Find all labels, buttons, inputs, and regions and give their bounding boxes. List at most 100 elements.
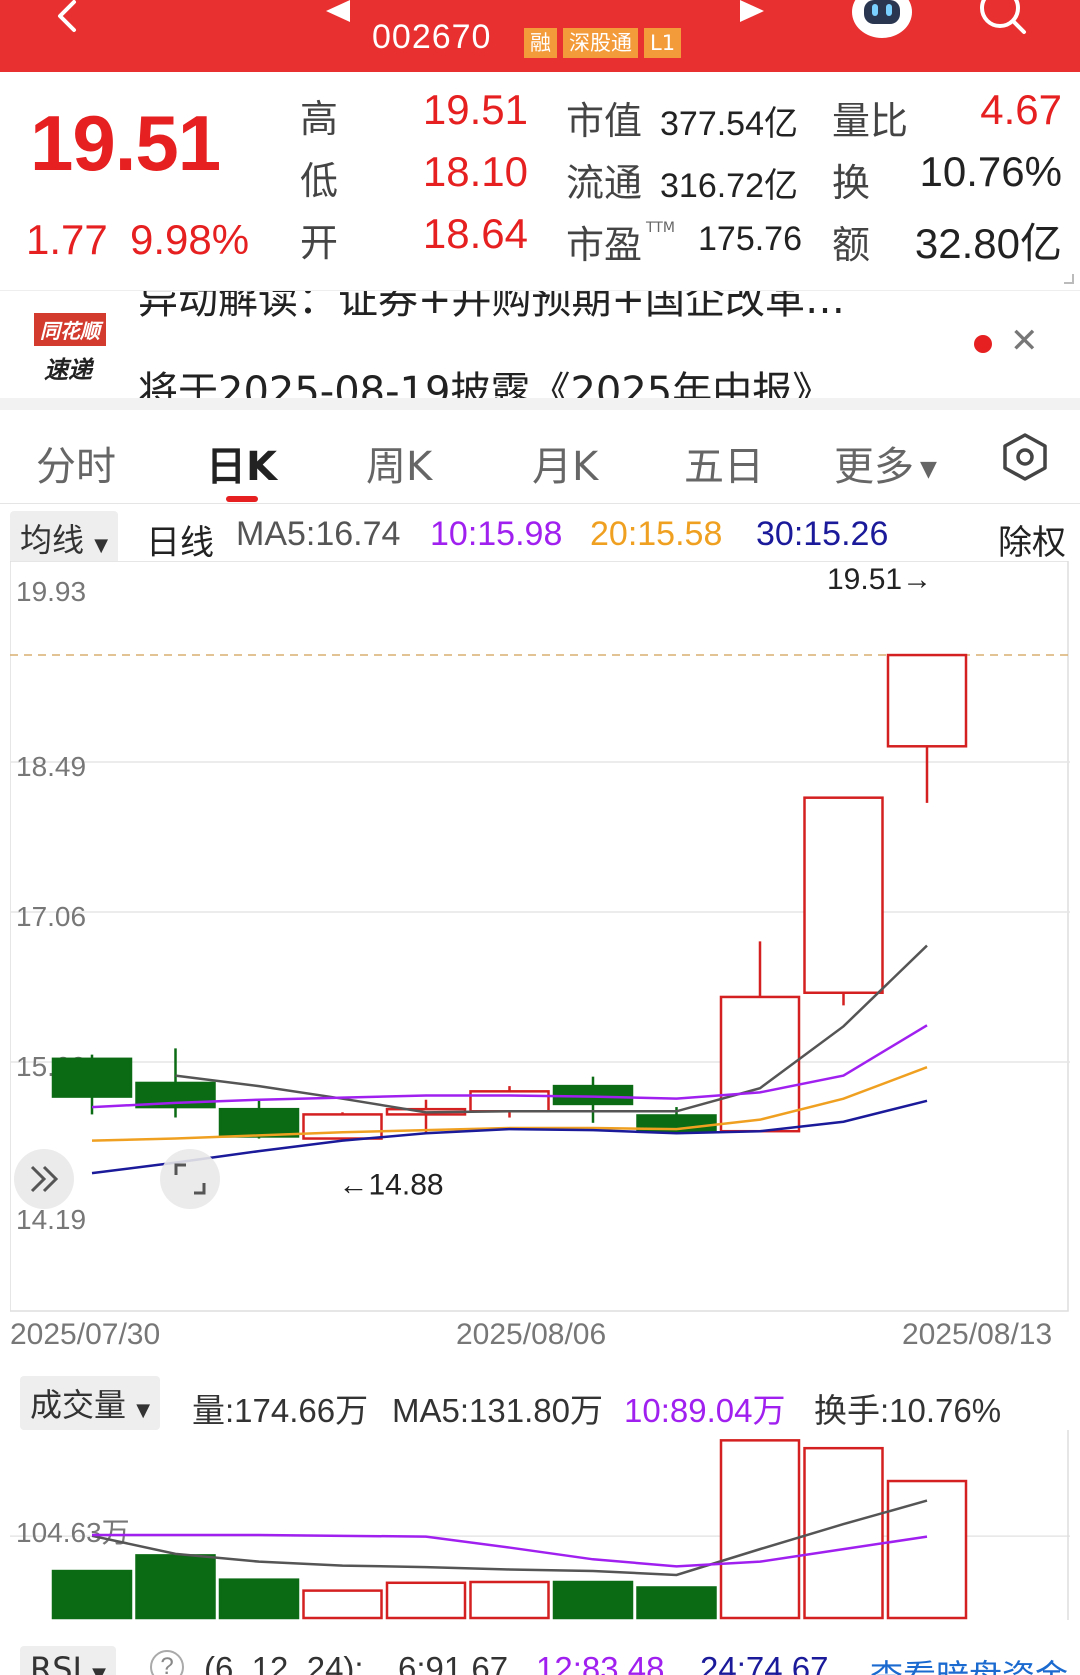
volume-value: 量:174.66万 (192, 1392, 369, 1429)
volume-bar (218, 1578, 300, 1620)
section-divider (0, 398, 1080, 410)
close-icon[interactable]: ✕ (1010, 321, 1039, 361)
pe-ttm-suffix: TTM (646, 220, 675, 236)
ma30-value: 30:15.26 (756, 515, 889, 553)
turnover-label: 换 (832, 161, 871, 205)
rsi12-value: 12:83.48 (536, 1650, 665, 1675)
y-tick-label: 14.19 (16, 1204, 86, 1235)
chevron-down-icon: ▼ (136, 1400, 151, 1421)
tab-monthly-k[interactable]: 月K (532, 434, 598, 492)
high-value: 19.51 (422, 86, 528, 133)
active-tab-indicator (226, 496, 258, 502)
ma-legend: 均线 ▼ 日线 MA5:16.74 10:15.98 20:15.58 30:1… (0, 505, 1080, 565)
tab-weekly-k[interactable]: 周K (366, 434, 432, 492)
x-label-start: 2025/07/30 (10, 1318, 161, 1351)
amount-value: 32.80亿 (914, 220, 1062, 267)
volratio-label: 量比 (832, 99, 909, 143)
y-tick-label: 18.49 (16, 751, 86, 782)
back-icon[interactable] (46, 0, 86, 40)
expand-corner-icon[interactable] (1064, 274, 1074, 284)
search-icon[interactable] (976, 0, 1030, 40)
high-label: 高 (300, 97, 339, 141)
amount-label: 额 (832, 223, 871, 267)
news-line-1[interactable]: 异动解读：证券+并购预期+国企改革… (138, 291, 845, 325)
tag-margin: 融 (524, 28, 557, 58)
news-line-2[interactable]: 将于2025-08-19披露《2025年中报》 (138, 359, 832, 398)
rsi-selector-label: RSI (30, 1650, 82, 1675)
volume-selector[interactable]: 成交量 ▼ (20, 1376, 161, 1430)
volratio-value: 4.67 (980, 86, 1062, 133)
stock-tags: 融 深股通 L1 (524, 28, 682, 58)
tab-more[interactable]: 更多 ▼ (834, 434, 937, 492)
chevron-down-icon: ▼ (94, 535, 109, 556)
candle-body (218, 1107, 300, 1138)
ma10-value: 10:15.98 (430, 515, 563, 553)
indicator-selector-label: 均线 (20, 521, 85, 559)
stock-code: 002670 (372, 18, 492, 56)
top-header: 002670 融 深股通 L1 (0, 0, 1080, 72)
tag-level: L1 (644, 28, 682, 58)
stock-name (440, 0, 640, 10)
volume-ma-line-ma10 (92, 1533, 928, 1568)
float-value: 316.72亿 (660, 167, 798, 205)
next-stock-icon[interactable] (736, 0, 770, 24)
indicator-selector[interactable]: 均线 ▼ (10, 511, 119, 565)
price-change-pct: 9.98% (130, 216, 250, 263)
open-label: 开 (300, 221, 339, 265)
volume-bar (135, 1554, 216, 1620)
rsi-selector[interactable]: RSI ▼ (20, 1646, 116, 1675)
volume-chart[interactable]: 104.63万 (10, 1430, 1070, 1620)
volume-bar (469, 1580, 550, 1620)
tab-intraday[interactable]: 分时 (36, 434, 116, 492)
low-label: 低 (300, 159, 339, 203)
period-tabs: 分时 日K 周K 月K 五日 更多 ▼ (0, 410, 1080, 504)
adjust-toggle[interactable]: 除权 (998, 515, 1066, 564)
tab-five-day[interactable]: 五日 (684, 434, 764, 492)
pe-value: 175.76 (698, 220, 802, 258)
unread-dot-icon (974, 335, 992, 353)
kline-chart[interactable]: 19.93 18.49 17.06 15.63 14.19 19.51→ ←14.88 (9, 560, 1070, 1313)
logo-top-text: 同花顺 (34, 313, 106, 346)
logo-bottom-text: 速递 (44, 356, 92, 384)
y-tick-label: 19.93 (16, 576, 86, 607)
mktcap-label: 市值 (566, 99, 643, 143)
x-label-mid: 2025/08/06 (456, 1318, 607, 1351)
quote-panel: 19.51 1.77 9.98% 高 19.51 低 18.10 开 18.64… (0, 72, 1080, 290)
low-value: 18.10 (422, 148, 528, 195)
volume-bar (302, 1589, 383, 1620)
tag-connect: 深股通 (563, 28, 638, 58)
volume-svg[interactable]: 104.63万 (10, 1430, 1070, 1620)
kline-svg[interactable]: 19.9318.4917.0615.6314.1919.51→←14.88 (9, 560, 1070, 1313)
volume-selector-label: 成交量 (30, 1386, 127, 1424)
chevron-down-icon: ▼ (920, 456, 937, 482)
prev-stock-icon[interactable] (320, 0, 354, 24)
help-icon[interactable]: ? (150, 1650, 184, 1675)
settings-hexagon-icon[interactable] (1000, 432, 1050, 482)
robot-assistant-icon[interactable] (850, 0, 914, 40)
news-ticker[interactable]: 异动解读：证券+并购预期+国企改革… 同花顺 速递 将于2025-08-19披露… (0, 290, 1080, 398)
chevron-down-icon: ▼ (92, 1664, 106, 1675)
turnover-value: 10.76% (919, 148, 1062, 195)
float-label: 流通 (566, 161, 643, 205)
volume-bar (385, 1581, 467, 1620)
last-price: 19.51 (30, 99, 221, 187)
mktcap-value: 377.54亿 (660, 105, 798, 143)
rsi24-value: 24:74.67 (700, 1650, 829, 1675)
volume-ma10: 10:89.04万 (624, 1392, 786, 1429)
candle-body (302, 1113, 383, 1140)
fullscreen-button (160, 1149, 220, 1209)
tab-more-label: 更多 (834, 444, 914, 490)
open-value: 18.64 (422, 210, 528, 257)
tab-daily-k[interactable]: 日K (206, 434, 277, 492)
volume-ma5: MA5:131.80万 (392, 1392, 603, 1429)
candle-body (886, 653, 968, 748)
volume-bar (51, 1569, 133, 1620)
volume-legend: 成交量 ▼ 量:174.66万 MA5:131.80万 10:89.04万 换手… (0, 1370, 1080, 1430)
volume-ma-line-ma5 (91, 1499, 928, 1577)
dark-pool-link[interactable]: 查看暗盘资金 (870, 1650, 1068, 1675)
pe-label: 市盈 (566, 223, 643, 267)
volume-bar (636, 1586, 717, 1620)
price-change: 1.77 (26, 216, 108, 263)
rsi-legend: RSI ▼ ? (6, 12, 24): 6:91.67 12:83.48 24… (0, 1630, 1080, 1675)
candle-body (719, 995, 801, 1133)
